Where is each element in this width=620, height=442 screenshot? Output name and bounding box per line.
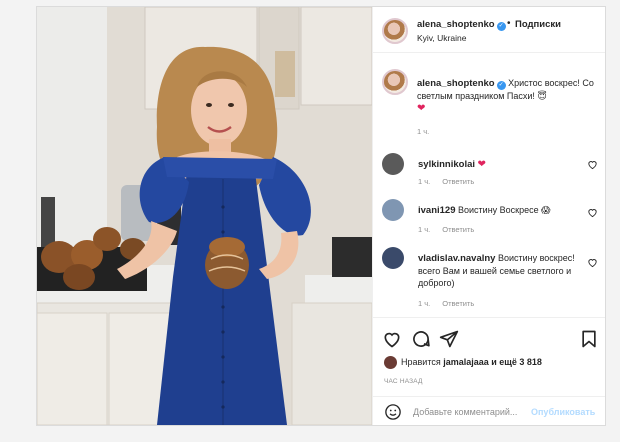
bookmark-icon[interactable] (579, 329, 599, 349)
caption-text: alena_shoptenko ✓ Христос воскрес! Со све… (417, 77, 602, 115)
smile-icon[interactable] (384, 403, 402, 421)
comment-text: vladislav.navalny Воистину воскрес! всег… (418, 252, 578, 289)
post-photo-illustration (37, 7, 372, 425)
reply-button[interactable]: Ответить (442, 225, 474, 234)
heart-outline-icon[interactable] (382, 329, 402, 349)
likes-summary: Нравится jamalajaaa и ещё 3 818 (384, 356, 542, 369)
likes-prefix: Нравится (401, 356, 444, 367)
comment-meta: 1 ч. Ответить (418, 299, 486, 308)
post-location[interactable]: Kyiv, Ukraine (417, 33, 466, 43)
commenter-username[interactable]: ivani129 (418, 205, 456, 216)
commenter-avatar[interactable] (382, 247, 404, 269)
post-side-panel: alena_shoptenko ✓ • Подписки Kyiv, Ukrain… (372, 7, 605, 425)
caption-author-avatar[interactable] (382, 69, 408, 95)
like-comment-icon[interactable] (587, 207, 598, 218)
commenter-avatar[interactable] (382, 199, 404, 221)
like-comment-icon[interactable] (587, 257, 598, 268)
comment-text: ivani129 Воистину Воскресе 😱 (418, 204, 578, 217)
post-header: alena_shoptenko ✓ • Подписки Kyiv, Ukrain… (373, 7, 605, 53)
post-actions: Нравится jamalajaaa и ещё 3 818 ЧАС НАЗА… (373, 317, 605, 425)
commenter-username[interactable]: sylkinnikolai (418, 159, 475, 170)
verified-badge-icon: ✓ (496, 22, 506, 31)
like-comment-icon[interactable] (587, 159, 598, 170)
instagram-post-modal: alena_shoptenko ✓ • Подписки Kyiv, Ukrain… (36, 6, 606, 426)
reply-button[interactable]: Ответить (442, 177, 474, 186)
likes-count[interactable]: и ещё 3 818 (489, 357, 542, 367)
post-photo[interactable] (37, 7, 372, 425)
comment-text: sylkinnikolai ❤ (418, 158, 578, 171)
caption-username[interactable]: alena_shoptenko (417, 78, 495, 89)
add-comment-bar: Добавьте комментарий... Опубликовать (373, 396, 605, 426)
author-avatar[interactable] (382, 18, 408, 44)
comment-meta: 1 ч. Ответить (418, 177, 486, 186)
publish-button[interactable]: Опубликовать (531, 407, 595, 417)
comment-icon[interactable] (411, 329, 431, 349)
comment-time[interactable]: 1 ч. (418, 299, 430, 308)
comment-time[interactable]: 1 ч. (418, 177, 430, 186)
comment-heart-emoji: ❤ (477, 159, 486, 170)
commenter-username[interactable]: vladislav.navalny (418, 253, 495, 264)
comment-body: Воистину Воскресе 😱 (458, 205, 551, 215)
caption-time[interactable]: 1 ч. (417, 127, 429, 136)
post-time-ago[interactable]: ЧАС НАЗАД (384, 378, 423, 385)
comment-input[interactable]: Добавьте комментарий... (413, 407, 517, 417)
caption-verified-badge-icon: ✓ (496, 81, 506, 90)
comment-time[interactable]: 1 ч. (418, 225, 430, 234)
caption-heart-emoji: ❤ (417, 103, 426, 114)
liker-avatar[interactable] (384, 356, 397, 369)
share-icon[interactable] (439, 329, 459, 349)
separator-dot: • (507, 18, 511, 29)
commenter-avatar[interactable] (382, 153, 404, 175)
comment-meta: 1 ч. Ответить (418, 225, 486, 234)
following-button[interactable]: Подписки (515, 19, 561, 30)
reply-button[interactable]: Ответить (442, 299, 474, 308)
author-username-text[interactable]: alena_shoptenko (417, 19, 495, 30)
likes-user[interactable]: jamalajaaa (443, 357, 489, 367)
author-username[interactable]: alena_shoptenko ✓ (417, 19, 506, 31)
